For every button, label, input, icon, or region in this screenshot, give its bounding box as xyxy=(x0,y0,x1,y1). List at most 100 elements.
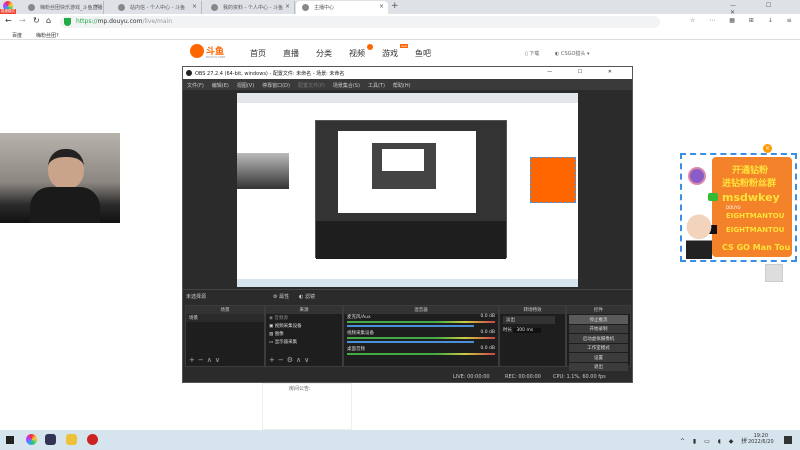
forward-icon[interactable]: → xyxy=(19,16,26,25)
stop-streaming-button[interactable]: 停止推流 xyxy=(569,315,628,324)
nav-live[interactable]: 直播 xyxy=(283,48,299,59)
volume-meter xyxy=(347,353,495,355)
scroll-to-top-icon[interactable] xyxy=(765,264,783,282)
menu-file[interactable]: 文件(F) xyxy=(187,83,204,89)
virtual-camera-button[interactable]: 启动虚拟摄像机 xyxy=(569,334,628,343)
start-recording-button[interactable]: 开始录制 xyxy=(569,324,628,333)
preview-taskbar xyxy=(237,279,578,287)
nav-video[interactable]: 视频 xyxy=(349,48,365,59)
notification-icon[interactable] xyxy=(784,436,792,444)
tab-3[interactable]: 我的资料 - 个人中心 - 斗鱼 × xyxy=(205,1,295,14)
games-new-badge: new xyxy=(400,44,409,48)
obs-taskbar-icon[interactable] xyxy=(87,434,98,445)
tab-1[interactable]: 嗨粉丝团快乐游戏_斗鱼直播 × xyxy=(22,1,104,14)
filters-button[interactable]: ◐ 滤镜 xyxy=(299,293,315,300)
preview-overlay xyxy=(530,157,576,203)
source-buttons[interactable]: +−⚙∧∨ xyxy=(269,356,312,364)
transition-select[interactable]: 淡出 xyxy=(503,316,555,324)
properties-button[interactable]: ⚙ 属性 xyxy=(273,293,289,300)
tab-label: 主播中心 xyxy=(314,5,335,11)
source-item[interactable]: ◉ 音频源 xyxy=(266,314,342,322)
secure-shield-icon xyxy=(64,18,71,26)
menu-scene-collection[interactable]: 场景集合(S) xyxy=(333,83,360,89)
menu-profile[interactable]: 配置文件(P) xyxy=(298,83,325,89)
settings-button[interactable]: 设置 xyxy=(569,353,628,362)
channel-name: 麦克风/Aux xyxy=(347,315,371,320)
start-icon[interactable] xyxy=(6,436,14,444)
browser-taskbar-icon[interactable] xyxy=(26,434,37,445)
tab-label: 站内信 - 个人中心 - 斗鱼 xyxy=(130,5,185,11)
scenes-header: 场景 xyxy=(186,306,264,314)
tab-4-active[interactable]: 主播中心 × xyxy=(296,1,388,14)
source-toolbar: 未选择源 ⚙ 属性 ◐ 滤镜 xyxy=(183,289,632,303)
badge-icon xyxy=(688,167,706,185)
channel-name: 视频采集设备 xyxy=(347,331,374,336)
tab-2[interactable]: 站内信 - 个人中心 - 斗鱼 × xyxy=(112,1,202,14)
transition-value: 淡出 xyxy=(506,318,515,323)
duration-input[interactable]: 300 ms xyxy=(513,328,542,333)
volume-slider[interactable] xyxy=(347,341,474,343)
bookmark-2[interactable]: 嗨粉丝团? xyxy=(36,32,59,39)
menu-tools[interactable]: 工具(T) xyxy=(368,83,385,89)
download-link[interactable]: ▯ 下载 xyxy=(525,50,539,57)
menu-docks[interactable]: 停靠窗口(D) xyxy=(262,83,290,89)
close-icon[interactable]: × xyxy=(192,3,197,10)
url-input[interactable]: https://mp.douyu.com/live/main xyxy=(60,16,660,28)
back-icon[interactable]: ← xyxy=(5,16,12,25)
user-menu[interactable]: ◐ CSGO猎头 ▾ xyxy=(555,50,590,57)
nav-games[interactable]: 游戏 xyxy=(382,48,398,59)
exit-button[interactable]: 退出 xyxy=(569,362,628,371)
controls-panel: 控件 停止推流 开始录制 启动虚拟摄像机 工作室模式 设置 退出 xyxy=(566,305,631,371)
nested-controls xyxy=(316,221,506,259)
rec-timer: REC: 00:00:00 xyxy=(505,374,541,380)
obs-logo-icon xyxy=(186,70,192,76)
source-item[interactable]: ▨ 图像 xyxy=(266,330,342,338)
source-item[interactable]: ▣ 视频采集设备 xyxy=(266,322,342,330)
duration-row: 时长 300 ms xyxy=(500,326,565,334)
system-tray-icons[interactable]: ^ ▮ ▭ ◖ ◆ 拼 xyxy=(680,436,750,445)
obs-preview[interactable] xyxy=(237,93,578,287)
source-item[interactable]: ▭ 显示器采集 xyxy=(266,338,342,346)
overlay-close-icon[interactable]: × xyxy=(763,144,772,153)
mixer-panel: 混音器 麦克风/Aux 0.0 dB 视频采集设备 0.0 dB 桌面音频 0.0 d… xyxy=(343,305,499,367)
studio-mode-button[interactable]: 工作室模式 xyxy=(569,343,628,352)
channel-db: 0.0 dB xyxy=(480,330,495,335)
close-icon[interactable]: × xyxy=(379,3,384,10)
room-notice-label: 房间公告: xyxy=(289,386,311,392)
overlay-id1: EIGHTMANTOU xyxy=(726,212,785,220)
menu-view[interactable]: 视图(V) xyxy=(237,83,254,89)
douyu-logo[interactable]: 斗鱼 DOUYU.COM xyxy=(190,44,240,60)
wechat-icon xyxy=(708,193,718,201)
overlay-douyu: DOUYU xyxy=(726,205,741,210)
nav-fishbar[interactable]: 鱼吧 xyxy=(415,48,431,59)
clock[interactable]: 19:20 2022/6/20 xyxy=(748,433,774,445)
app-taskbar-icon[interactable] xyxy=(45,434,56,445)
channel-name: 桌面音频 xyxy=(347,347,365,352)
source-label: 图像 xyxy=(274,332,284,337)
webcam-overlay xyxy=(0,133,120,223)
menu-help[interactable]: 帮助(H) xyxy=(393,83,411,89)
close-icon[interactable]: × xyxy=(285,3,290,10)
overlay-footer: CS GO Man Tou xyxy=(722,243,791,252)
close-icon[interactable]: × xyxy=(94,3,99,10)
obs-status-bar: LIVE: 00:00:00 REC: 00:00:00 CPU: 1.1%, … xyxy=(183,372,632,382)
obs-window-controls[interactable]: — ☐ ✕ xyxy=(547,69,624,75)
scene-item[interactable]: 场景 xyxy=(186,314,264,322)
preview-webcam xyxy=(237,153,289,189)
home-icon[interactable]: ⌂ xyxy=(46,16,51,25)
reload-icon[interactable]: ↻ xyxy=(33,16,40,25)
nav-home[interactable]: 首页 xyxy=(250,48,266,59)
obs-window: OBS 27.2.4 (64-bit, windows) - 配置文件: 未命名… xyxy=(182,66,633,383)
bookmark-baidu[interactable]: 百度 xyxy=(12,32,22,39)
douyu-taskbar-icon[interactable] xyxy=(66,434,77,445)
tab-label: 我的资料 - 个人中心 - 斗鱼 xyxy=(223,5,283,11)
volume-slider[interactable] xyxy=(347,325,474,327)
toolbar-icons[interactable]: ☆ ⋯ ▦ ⊞ ↓ ≡ xyxy=(690,17,798,24)
fish-logo-icon xyxy=(190,44,204,58)
scene-add-remove-buttons[interactable]: +−∧∨ xyxy=(189,356,223,364)
preview-nested-obs xyxy=(315,120,507,259)
new-tab-button[interactable]: + xyxy=(391,1,399,11)
nav-category[interactable]: 分类 xyxy=(316,48,332,59)
menu-edit[interactable]: 编辑(E) xyxy=(212,83,229,89)
overlay-handle: msdwkey xyxy=(722,191,780,204)
